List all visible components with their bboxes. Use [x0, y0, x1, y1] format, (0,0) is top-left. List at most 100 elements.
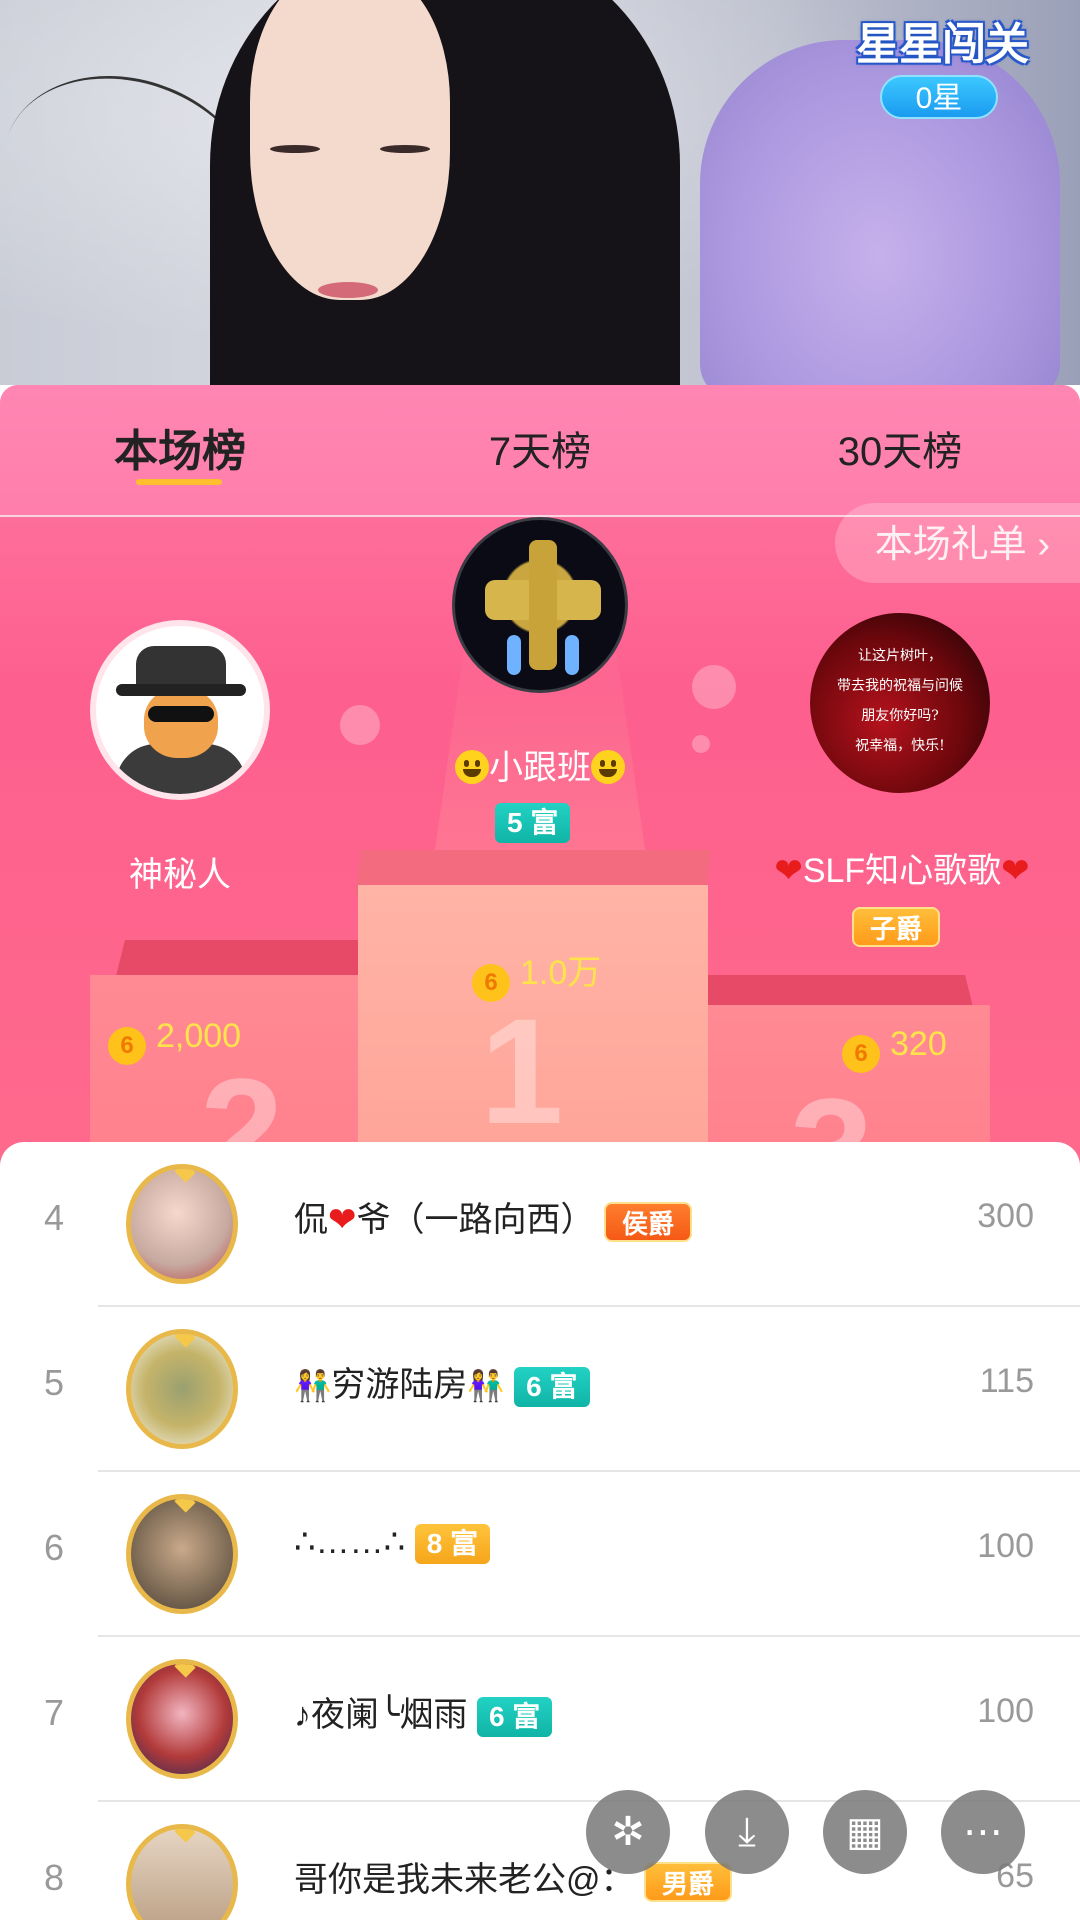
share-button[interactable]: ✲ — [586, 1790, 670, 1874]
tab-30-days[interactable]: 30天榜 — [820, 419, 980, 477]
streamer-lips — [318, 282, 378, 298]
list-item[interactable]: 5 👫穷游陆房👫 6 富 115 — [0, 1307, 1080, 1472]
decor-bubble — [692, 735, 710, 753]
second-place-avatar[interactable] — [90, 620, 270, 800]
rich-level-badge: 6 富 — [476, 1697, 553, 1738]
avatar[interactable] — [126, 1329, 238, 1449]
tab-current-session[interactable]: 本场榜 — [110, 415, 250, 479]
coin-icon: 6 — [472, 964, 510, 1002]
user-name-text: ∴……∴ — [294, 1523, 406, 1561]
avatar-poem: 让这片树叶， 带去我的祝福与问候 朋友你好吗? 祝幸福，快乐! — [810, 641, 990, 761]
poem-line: 带去我的祝福与问候 — [837, 678, 963, 694]
rich-level-badge: 8 富 — [414, 1524, 491, 1565]
list-item[interactable]: 4 侃❤爷（一路向西） 侯爵 300 — [0, 1142, 1080, 1307]
first-place-level: 5 富 — [495, 803, 571, 843]
spaceship-body — [529, 540, 557, 670]
user-name-text: 穷游陆房 — [331, 1366, 468, 1404]
star-challenge-title[interactable]: 星星闯关 — [856, 8, 1029, 72]
grin-emoji-icon — [455, 750, 489, 784]
user-name: 哥你是我未来老公@： 男爵 — [294, 1852, 732, 1903]
contribution-value: 300 — [977, 1197, 1034, 1235]
user-name-part: 爷（一路向西） — [356, 1201, 595, 1239]
list-item[interactable]: 7 ♪夜阑╰烟雨 6 富 100 — [0, 1637, 1080, 1802]
rank-number: 4 — [44, 1197, 65, 1238]
avatar[interactable] — [126, 1824, 238, 1920]
rich-level-badge: 6 富 — [514, 1367, 590, 1408]
first-place-name[interactable]: 小跟班 — [440, 740, 640, 789]
third-place-name-text: SLF知心歌歌 — [802, 852, 1002, 890]
poem-line: 祝幸福，快乐! — [855, 738, 945, 754]
contribution-value: 100 — [977, 1527, 1034, 1565]
first-place-score: 6 1.0万 — [472, 945, 601, 1002]
heart-icon: ❤ — [1001, 852, 1030, 890]
sunglasses-icon — [148, 706, 214, 722]
hat-brim — [116, 684, 246, 696]
list-item[interactable]: 8 哥你是我未来老公@： 男爵 65 — [0, 1802, 1080, 1920]
avatar[interactable] — [126, 1494, 238, 1614]
share-icon: ✲ — [611, 1810, 645, 1854]
decor-bubble — [692, 665, 736, 709]
more-button[interactable]: ⋯ — [941, 1790, 1025, 1874]
user-name-text: 哥你是我未来老公@： — [294, 1861, 635, 1899]
user-name: ∴……∴ 8 富 — [294, 1522, 491, 1565]
nobility-badge: 男爵 — [643, 1862, 732, 1903]
streamer-eye — [380, 145, 430, 153]
second-place-score-value: 2,000 — [156, 1017, 242, 1055]
third-place-name[interactable]: ❤SLF知心歌歌❤ — [752, 843, 1052, 892]
third-place-score: 6 320 — [842, 1025, 947, 1073]
third-place-avatar[interactable]: 让这片树叶， 带去我的祝福与问候 朋友你好吗? 祝幸福，快乐! — [810, 613, 990, 793]
star-count-badge[interactable]: 0星 — [880, 75, 998, 119]
tab-7-days[interactable]: 7天榜 — [470, 419, 610, 477]
podium-number-1: 1 — [480, 987, 564, 1155]
rank-number: 5 — [44, 1362, 65, 1403]
contribution-value: 100 — [977, 1692, 1034, 1730]
grimace-emoji-icon — [591, 750, 625, 784]
ranking-list: 4 侃❤爷（一路向西） 侯爵 300 5 👫穷游陆房👫 6 富 115 6 ∴…… — [0, 1142, 1080, 1920]
rank-number: 7 — [44, 1692, 65, 1733]
gift-list-link[interactable]: 本场礼单 › — [834, 503, 1080, 583]
user-name: 侃❤爷（一路向西） 侯爵 — [294, 1192, 692, 1243]
user-name: ♪夜阑╰烟雨 6 富 — [294, 1687, 553, 1738]
user-name: 👫穷游陆房👫 6 富 — [294, 1357, 590, 1408]
third-place-score-value: 320 — [890, 1025, 947, 1063]
spaceship-flame — [507, 635, 521, 675]
decor-bubble — [340, 705, 380, 745]
poem-line: 朋友你好吗? — [861, 708, 939, 724]
rich-level-badge: 5 富 — [495, 803, 571, 843]
spaceship-flame — [565, 635, 579, 675]
couple-emoji-icon: 👫 — [294, 1370, 332, 1403]
mystery-head — [144, 688, 218, 758]
coin-icon: 6 — [842, 1035, 880, 1073]
ranking-tabs: 本场榜 7天榜 30天榜 — [0, 385, 1080, 517]
download-button[interactable]: ⤓ — [705, 1790, 789, 1874]
coin-icon: 6 — [108, 1027, 146, 1065]
second-place-score: 6 2,000 — [108, 1017, 241, 1065]
active-tab-underline — [136, 479, 222, 485]
couple-emoji-icon: 👫 — [467, 1370, 505, 1403]
heart-icon: ❤ — [328, 1201, 357, 1239]
grid-icon: ▦ — [846, 1810, 884, 1854]
heart-icon: ❤ — [774, 852, 803, 890]
third-place-title: 子爵 — [852, 907, 941, 947]
nobility-badge: 侯爵 — [603, 1202, 692, 1243]
apps-button[interactable]: ▦ — [823, 1790, 907, 1874]
first-place-avatar[interactable] — [452, 517, 628, 693]
second-place-name[interactable]: 神秘人 — [80, 847, 280, 896]
user-name-text: ♪夜阑╰烟雨 — [294, 1696, 468, 1734]
podium-second-top — [115, 940, 385, 980]
rank-number: 8 — [44, 1857, 65, 1898]
user-name-part: 侃 — [294, 1201, 328, 1239]
live-video: 星星闯关 0星 — [0, 0, 1080, 385]
first-place-score-value: 1.0万 — [520, 954, 602, 992]
list-item[interactable]: 6 ∴……∴ 8 富 100 — [0, 1472, 1080, 1637]
more-icon: ⋯ — [963, 1810, 1003, 1854]
rank-number: 6 — [44, 1527, 65, 1568]
avatar[interactable] — [126, 1659, 238, 1779]
first-place-name-text: 小跟班 — [489, 749, 591, 787]
download-icon: ⤓ — [738, 1810, 756, 1854]
avatar[interactable] — [126, 1164, 238, 1284]
streamer-eye — [270, 145, 320, 153]
poem-line: 让这片树叶， — [858, 648, 942, 664]
contribution-value: 115 — [979, 1362, 1034, 1400]
nobility-badge: 子爵 — [852, 907, 941, 947]
